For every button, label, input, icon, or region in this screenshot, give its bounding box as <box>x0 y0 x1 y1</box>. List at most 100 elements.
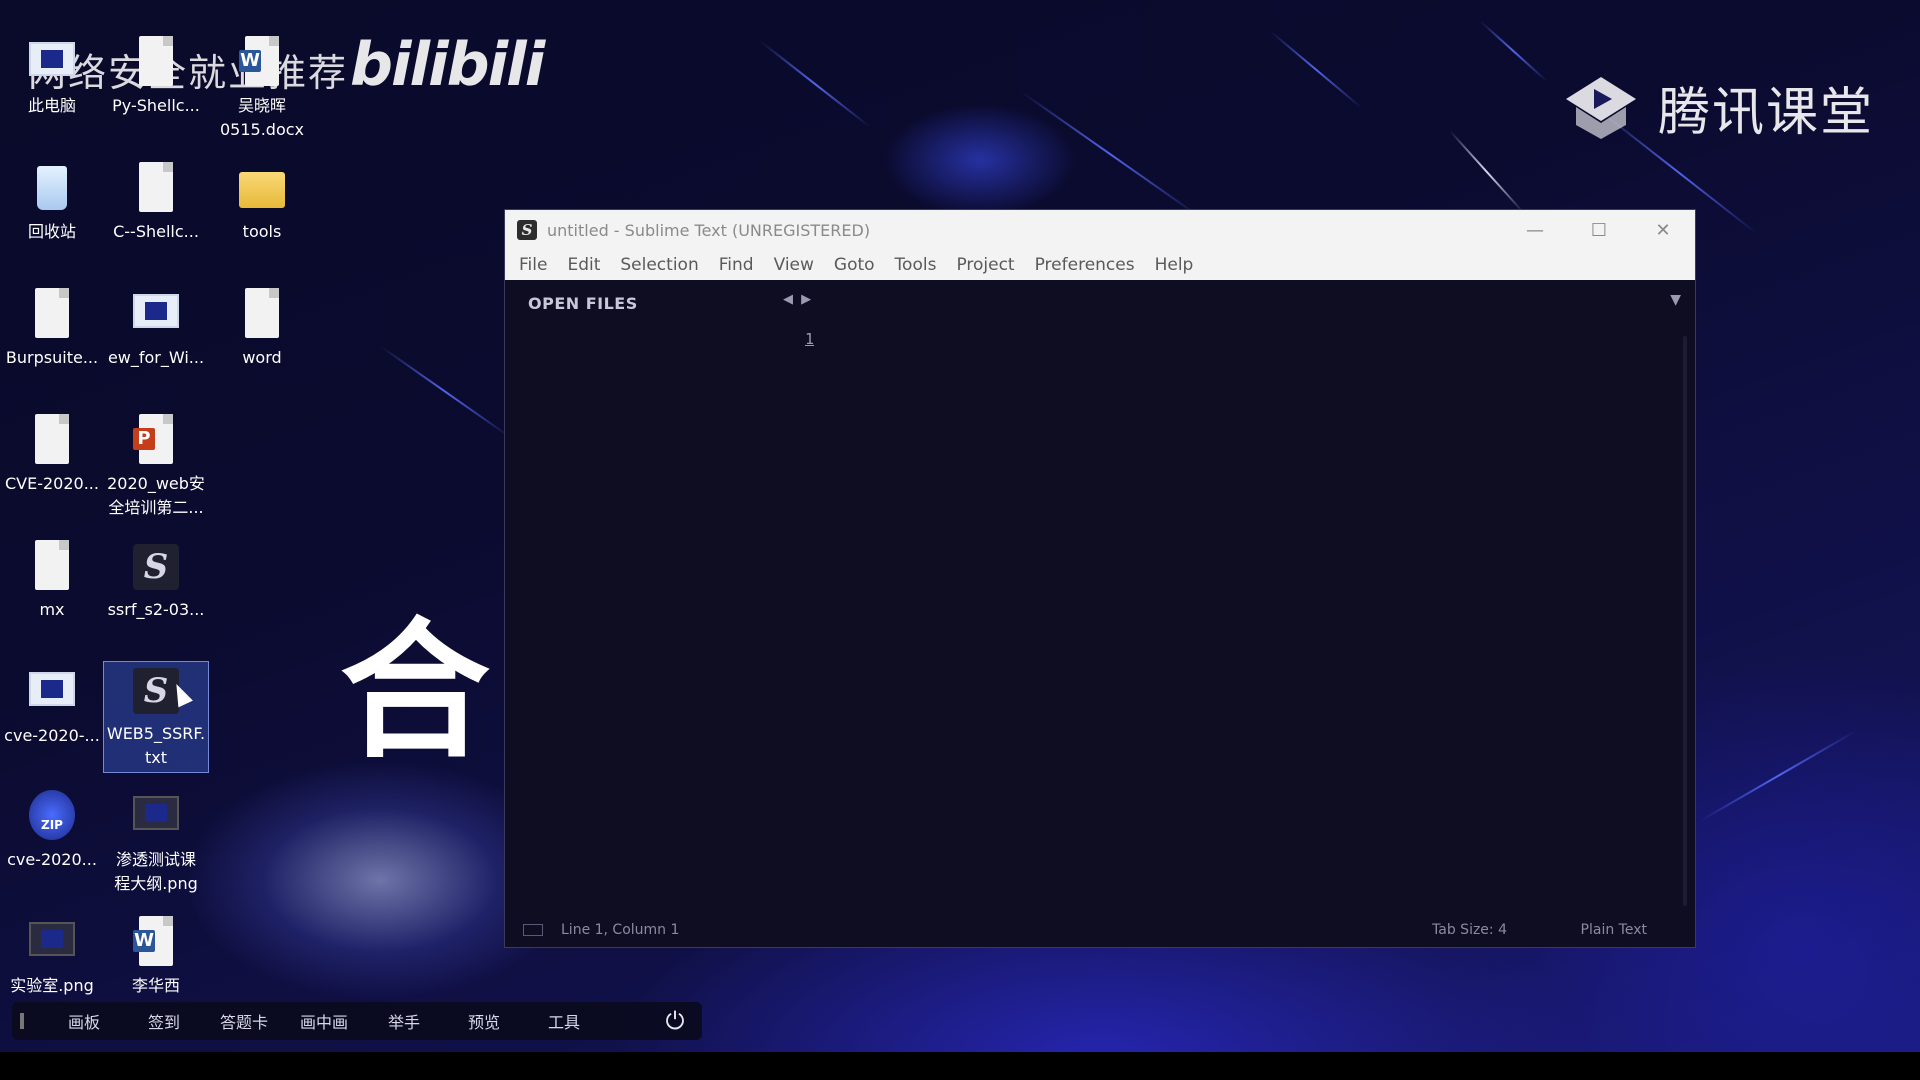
cursor-position: Line 1, Column 1 <box>561 922 680 938</box>
word-doc-icon: W <box>239 36 285 90</box>
file-icon-part <box>35 540 69 590</box>
computer-icon <box>29 36 75 90</box>
word-doc-icon-part: W <box>133 930 155 952</box>
file-icon-part <box>35 288 69 338</box>
desktop-icon-label: ssrf_s2-03... <box>107 600 205 619</box>
app-window-icon-part <box>29 672 75 706</box>
menu-selection[interactable]: Selection <box>610 250 708 280</box>
menu-find[interactable]: Find <box>709 250 764 280</box>
toolbar-button[interactable]: 预览 <box>444 1009 524 1033</box>
syntax-indicator[interactable]: Plain Text <box>1581 922 1647 938</box>
power-icon[interactable]: ⏻ <box>662 1008 688 1034</box>
menu-project[interactable]: Project <box>946 250 1024 280</box>
toolbar-button[interactable]: 画板 <box>44 1009 124 1033</box>
recycle-bin-icon-part <box>37 166 67 210</box>
desktop-icon-label: ew_for_Wi... <box>107 348 205 367</box>
desktop-icon[interactable]: ZIP cve-2020... <box>0 790 104 872</box>
file-icon-part <box>35 414 69 464</box>
status-bar: Line 1, Column 1 Tab Size: 4 Plain Text <box>505 913 1695 947</box>
toolbar-button[interactable]: 举手 <box>364 1009 444 1033</box>
desktop-icon[interactable]: 实验室.png <box>0 916 104 998</box>
desktop-icon[interactable]: ew_for_Wi... <box>104 288 208 370</box>
desktop-icon[interactable]: Py-Shellc... <box>104 36 208 118</box>
image-file-icon <box>29 916 75 970</box>
wallpaper-streak <box>1449 130 1525 214</box>
menu-goto[interactable]: Goto <box>824 250 885 280</box>
desktop-icon-label: mx <box>39 600 65 619</box>
wallpaper-streak <box>1699 730 1857 822</box>
sublime-file-icon-part: S <box>133 544 179 590</box>
wallpaper-streak <box>1269 30 1363 109</box>
desktop-icon[interactable]: CVE-2020... <box>0 414 104 496</box>
open-files-header: OPEN FILES <box>528 294 638 313</box>
tab-dropdown-icon[interactable]: ▼ <box>1670 292 1681 308</box>
overlay-character: 合 <box>340 605 491 779</box>
desktop-icon[interactable]: word <box>210 288 314 370</box>
desktop-icon[interactable]: mx <box>0 540 104 622</box>
word-doc-icon: W <box>133 916 179 970</box>
desktop-icon[interactable]: C--Shellc... <box>104 162 208 244</box>
tab-nav-arrows[interactable]: ◀ ▶ <box>783 292 813 307</box>
menu-file[interactable]: File <box>509 250 557 280</box>
powerpoint-icon: P <box>133 414 179 468</box>
file-icon-part <box>245 288 279 338</box>
desktop-icon[interactable]: W 李华西 <box>104 916 208 998</box>
classroom-toolbar: 画板 签到 答题卡 画中画 举手 预览 工具 ⏻ <box>12 1002 702 1040</box>
desktop-icon[interactable]: Burpsuite... <box>0 288 104 370</box>
desktop-wallpaper: 网络安全就业推荐 bilibili 腾讯课堂 合 此电脑 Py-Shellc...… <box>0 0 1920 1052</box>
menu-tools[interactable]: Tools <box>885 250 947 280</box>
sublime-app-icon: S <box>517 220 537 240</box>
tencent-classroom-watermark: 腾讯课堂 <box>1560 70 1874 145</box>
file-icon <box>29 540 75 594</box>
app-window-icon <box>29 666 75 720</box>
menu-preferences[interactable]: Preferences <box>1025 250 1145 280</box>
toolbar-drag-handle[interactable] <box>20 1013 24 1029</box>
menu-edit[interactable]: Edit <box>557 250 610 280</box>
menu-help[interactable]: Help <box>1145 250 1204 280</box>
vertical-scrollbar[interactable] <box>1683 336 1687 906</box>
toolbar-button[interactable]: 工具 <box>524 1009 604 1033</box>
panel-toggle-icon[interactable] <box>523 924 543 936</box>
desktop-icon-label: CVE-2020... <box>5 474 99 493</box>
desktop-icon[interactable]: 回收站 <box>0 162 104 244</box>
desktop-icon[interactable]: 此电脑 <box>0 36 104 118</box>
bilibili-watermark: bilibili <box>350 30 545 100</box>
file-icon-part <box>139 36 173 86</box>
app-window-icon <box>133 288 179 342</box>
toolbar-button[interactable]: 签到 <box>124 1009 204 1033</box>
desktop-icon-label: Py-Shellc... <box>112 96 200 115</box>
toolbar-button[interactable]: 画中画 <box>284 1009 364 1033</box>
folder-icon-part <box>239 172 285 208</box>
tencent-classroom-label: 腾讯课堂 <box>1658 83 1875 143</box>
menu-view[interactable]: View <box>764 250 824 280</box>
window-titlebar[interactable]: S untitled - Sublime Text (UNREGISTERED)… <box>505 210 1695 250</box>
desktop-icon-label: tools <box>242 222 282 241</box>
minimize-button[interactable]: — <box>1503 210 1567 250</box>
tab-size-indicator[interactable]: Tab Size: 4 <box>1432 922 1507 938</box>
file-icon <box>29 288 75 342</box>
word-doc-icon-part: W <box>239 50 261 72</box>
bottom-black-bar <box>0 1052 1920 1080</box>
folder-icon <box>239 162 285 216</box>
desktop-icon-label: WEB5_SSRF. txt <box>106 724 206 767</box>
desktop-icon[interactable]: Sssrf_s2-03... <box>104 540 208 622</box>
maximize-button[interactable]: ☐ <box>1567 210 1631 250</box>
desktop-icon[interactable]: P 2020_web安 全培训第二... <box>104 414 208 520</box>
desktop-icon[interactable]: W 吴晓晖 0515.docx <box>210 36 314 142</box>
window-title: untitled - Sublime Text (UNREGISTERED) <box>547 220 871 240</box>
file-icon <box>133 36 179 90</box>
editor-area[interactable] <box>795 324 1681 913</box>
desktop-icon-label: 实验室.png <box>10 976 94 995</box>
sublime-file-icon: S <box>133 540 179 594</box>
menu-bar: File Edit Selection Find View Goto Tools Projec… <box>505 250 1695 280</box>
desktop-icon[interactable]: cve-2020-... <box>0 666 104 748</box>
desktop-icon-label: Burpsuite... <box>5 348 99 367</box>
desktop-icon[interactable]: S WEB5_SSRF. txt <box>103 661 209 773</box>
sublime-text-window[interactable]: S untitled - Sublime Text (UNREGISTERED)… <box>505 210 1695 947</box>
zip-icon-part: ZIP <box>29 790 75 840</box>
desktop-icon-label: 此电脑 <box>27 96 76 115</box>
close-button[interactable]: ✕ <box>1631 210 1695 250</box>
desktop-icon[interactable]: tools <box>210 162 314 244</box>
desktop-icon[interactable]: 渗透测试课 程大纲.png <box>104 790 208 896</box>
toolbar-button[interactable]: 答题卡 <box>204 1009 284 1033</box>
